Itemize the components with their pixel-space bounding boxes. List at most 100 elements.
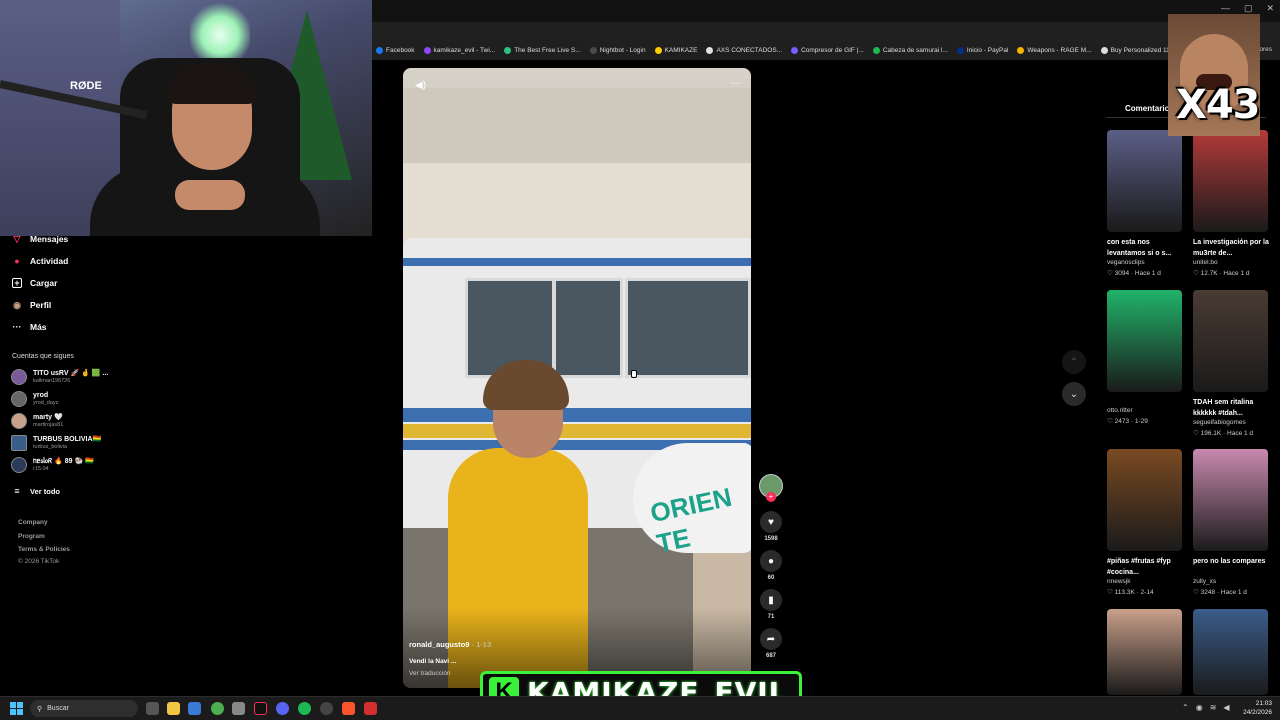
related-video-title[interactable]: #piñas #frutas #fyp #cocina... [1107,556,1185,578]
like-button[interactable]: ♥ [760,511,782,533]
related-video-thumbnail[interactable] [1107,290,1182,392]
bookmarks-bar: Facebook kamikaze_evil - Twi... The Best F… [376,43,1175,57]
footer-terms-link[interactable]: Terms & Policies [18,546,70,553]
wifi-icon[interactable]: ≋ [1210,703,1217,712]
related-video-title[interactable]: La investigación por la mu3rte de... [1193,237,1271,259]
chevron-up-icon[interactable]: ⌃ [1182,703,1189,712]
related-video-thumbnail[interactable] [1193,449,1268,551]
sidebar-item-mas[interactable]: ··· Más [12,322,47,332]
bookmark-item[interactable]: Facebook [376,46,415,54]
related-video-author[interactable]: nnewsjk [1107,578,1130,585]
save-button[interactable]: ▮ [760,589,782,611]
share-button[interactable]: ➦ [760,628,782,650]
tiktok-icon[interactable] [254,702,267,715]
next-video-button[interactable]: ⌄ [1062,382,1086,406]
bookmark-item[interactable]: Cabeza de samurai l... [872,46,948,54]
bookmark-item[interactable]: Weapons - RAGE M... [1017,46,1092,54]
previous-video-button[interactable]: ⌃ [1062,350,1086,374]
video-player[interactable]: ORIEN TE ◀) ··· ronald_augusto9 · 1-13 V… [403,68,751,688]
related-video-title[interactable]: con esta nos levantamos si o s... [1107,237,1185,259]
following-account[interactable]: yrod yrod_dayz [11,391,58,407]
video-author-name[interactable]: ronald_augusto9 [409,640,469,649]
clock-time: 21:03 [1255,700,1272,707]
post-date: Hace 1 d [1220,589,1247,596]
related-video-author[interactable]: otto.ritter [1107,407,1133,414]
more-options-icon[interactable]: ··· [731,78,741,89]
related-video-title[interactable]: TDAH sem ritalina kkkkkk #tdah... [1193,397,1271,419]
bookmark-item[interactable]: Buy Personalized 11... [1100,46,1175,54]
app-icon[interactable] [364,702,377,715]
obs-icon[interactable] [320,702,333,715]
sidebar-item-perfil[interactable]: ◉ Perfil [12,300,51,311]
following-account[interactable]: TURBUS BOLIVIA🇧🇴 turbus_bolivia [11,435,101,451]
file-explorer-icon[interactable] [167,702,180,715]
sidebar-item-label: Más [30,322,47,332]
video-author[interactable]: ronald_augusto9 · 1-13 [409,640,491,649]
tab-bar[interactable] [372,0,1280,22]
windows-start-icon[interactable] [10,702,23,715]
bookmark-item[interactable]: Inicio - PayPal [956,46,1008,54]
related-video-author[interactable]: segueifabiogomes [1193,419,1246,426]
following-account[interactable]: ᥒᥱ᥉ᥣ᥆ᖇ 🔥 89 🐏 🇧🇴 r15.04 [11,457,94,473]
related-video-title[interactable]: pero no las compares [1193,556,1271,567]
thumbnail-image [1193,449,1268,551]
sidebar-item-mensajes[interactable]: ▽ Mensajes [12,234,69,245]
bookmark-favicon-icon [706,46,714,54]
bookmark-label: KAMIKAZE [664,46,698,54]
avatar [11,391,27,407]
chrome-icon[interactable] [211,702,224,715]
see-all-button[interactable]: ≡ Ver todo [12,486,60,496]
related-video-author[interactable]: unitel.bo [1193,259,1218,266]
following-account[interactable]: TITO usRV 🚀 🤞 🟩 ... kallman196726 [11,369,108,385]
tab-comentarios[interactable]: Comentarios [1125,104,1174,113]
bookmark-favicon-icon [1100,46,1108,54]
activity-icon: ● [14,256,20,266]
address-bar[interactable] [372,22,1280,42]
sidebar-item-label: Mensajes [30,234,69,244]
brave-icon[interactable] [342,702,355,715]
related-video-thumbnail[interactable] [1107,609,1182,695]
heart-icon: ♥ [768,516,774,528]
bookmark-item[interactable]: Compresor de GIF |... [791,46,864,54]
footer-company-link[interactable]: Company [18,519,48,526]
volume-icon[interactable]: ◀) [415,80,426,91]
minimize-icon[interactable]: — [1221,3,1230,14]
taskbar-search[interactable]: ⚲ Buscar [30,700,138,717]
translate-link[interactable]: Ver traducción [409,670,451,677]
bookmark-item[interactable]: AXS CONECTADOS... [706,46,782,54]
bookmark-item[interactable]: Nightbot - Login [589,46,646,54]
follow-plus-icon[interactable]: + [766,492,776,502]
bookmark-label: kamikaze_evil - Twi... [433,46,496,54]
app-icon[interactable] [232,702,245,715]
video-caption[interactable]: Vendi la Navi ... [409,658,456,665]
footer-program-link[interactable]: Program [18,533,45,540]
sidebar-item-cargar[interactable]: + Cargar [12,278,57,288]
related-video-thumbnail[interactable] [1107,449,1182,551]
maximize-icon[interactable]: ▢ [1244,3,1253,14]
comment-button[interactable]: ● [760,550,782,572]
volume-icon[interactable]: ◀ [1223,703,1229,712]
sidebar-item-actividad[interactable]: ● Actividad [12,256,68,266]
bookmark-label: Compresor de GIF |... [801,46,864,54]
store-icon[interactable] [188,702,201,715]
close-icon[interactable]: ✕ [1266,3,1274,14]
following-account[interactable]: marty 🤍 martirojas81 [11,413,63,429]
related-video-author[interactable]: zully_xs [1193,578,1216,585]
related-video-thumbnail[interactable] [1193,290,1268,392]
system-tray: ⌃ ◉ ≋ ◀ [1182,703,1230,712]
task-view-icon[interactable] [146,702,159,715]
spotify-icon[interactable] [298,702,311,715]
related-video-thumbnail[interactable] [1193,609,1268,695]
clock[interactable]: 21:03 24/2/2026 [1243,699,1272,717]
related-video-thumbnail[interactable] [1193,130,1268,232]
save-count: 71 [767,614,775,620]
bookmark-item[interactable]: KAMIKAZE [654,46,698,54]
discord-icon[interactable] [276,702,289,715]
network-icon[interactable]: ◉ [1196,703,1203,712]
bookmark-item[interactable]: The Best Free Live S... [504,46,581,54]
clock-date: 24/2/2026 [1243,709,1272,716]
bookmark-item[interactable]: kamikaze_evil - Twi... [423,46,496,54]
screen: — ▢ ✕ Facebook kamikaze_evil - Twi... The … [0,0,1280,720]
related-video-author[interactable]: veganosclips [1107,259,1145,266]
related-video-thumbnail[interactable] [1107,130,1182,232]
